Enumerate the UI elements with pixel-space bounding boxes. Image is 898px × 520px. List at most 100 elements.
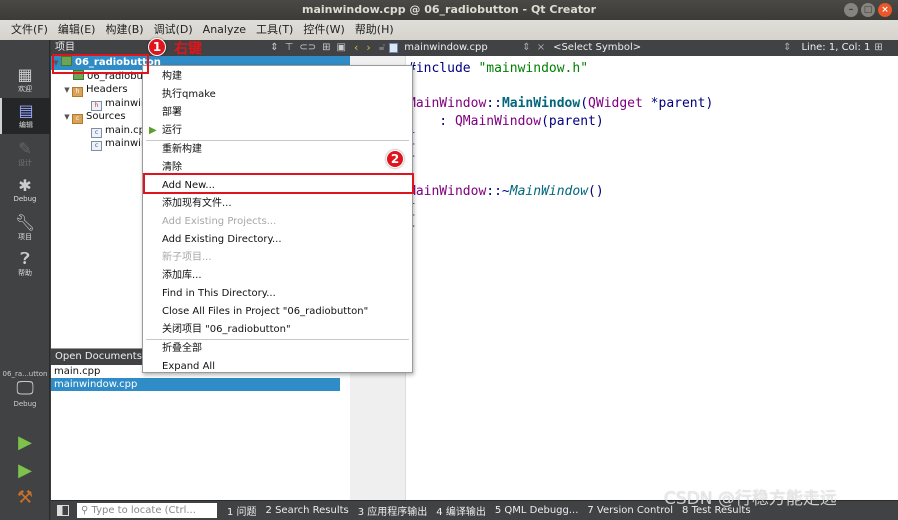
forward-icon[interactable]: ›	[366, 40, 370, 56]
build-button[interactable]: ⚒	[0, 487, 50, 508]
kit-config: Debug	[13, 400, 37, 408]
run-button[interactable]: ▶	[0, 432, 50, 453]
tab-compile-output[interactable]: 4 编译输出	[436, 503, 486, 518]
open-documents-title: Open Documents	[55, 351, 142, 362]
menu-item-add-library[interactable]: 添加库...	[143, 267, 412, 285]
mode-debug[interactable]: ✱ Debug	[0, 172, 50, 208]
mode-label: 设计	[18, 159, 32, 167]
split-editor-icon[interactable]: ⊞	[874, 40, 882, 56]
menu-debug[interactable]: 调试(D)	[149, 20, 198, 40]
mode-label: Debug	[13, 195, 37, 203]
debug-run-button[interactable]: ▶	[0, 460, 50, 481]
code-line: }	[408, 148, 713, 166]
mode-projects[interactable]: 🔧︎ 项目	[0, 210, 50, 246]
tab-qml-debugger[interactable]: 5 QML Debugg...	[495, 505, 579, 516]
mode-label: 欢迎	[18, 85, 32, 93]
cpp-file-icon	[389, 43, 399, 53]
wrench-icon: 🔧︎	[14, 213, 36, 232]
edit-icon: ▤	[18, 101, 34, 120]
code-line: }	[408, 218, 713, 236]
tab-issues[interactable]: 1 问题	[227, 503, 257, 518]
minimize-button[interactable]: –	[844, 3, 858, 17]
menu-item-collapse-all[interactable]: 折叠全部	[143, 340, 412, 358]
debug-play-icon: ▶	[18, 460, 32, 481]
close-document-icon[interactable]: ×	[537, 40, 545, 56]
menu-file[interactable]: 文件(F)	[6, 20, 53, 40]
menu-item-label: 运行	[162, 125, 182, 136]
menu-build[interactable]: 构建(B)	[100, 20, 148, 40]
menu-item-close-project[interactable]: 关闭项目 "06_radiobutton"	[143, 321, 412, 339]
menu-widgets[interactable]: 控件(W)	[298, 20, 349, 40]
search-icon: ⚲	[81, 505, 92, 516]
tab-version-control[interactable]: 7 Version Control	[587, 505, 673, 516]
tab-application-output[interactable]: 3 应用程序输出	[358, 503, 428, 518]
menu-tools[interactable]: 工具(T)	[251, 20, 298, 40]
editor-file-combo[interactable]: mainwindow.cpp	[404, 40, 522, 56]
expand-arrow-icon[interactable]: ▼	[62, 111, 72, 125]
menu-analyze[interactable]: Analyze	[198, 20, 251, 40]
code-line: #include "mainwindow.h"	[408, 61, 589, 76]
menu-item-run-qmake[interactable]: 执行qmake	[143, 86, 412, 104]
code-line: : QMainWindow(parent)	[408, 113, 604, 129]
cpp-file-icon: c	[91, 141, 102, 151]
tree-item-label: Headers	[86, 84, 128, 95]
window-title: mainwindow.cpp @ 06_radiobutton - Qt Cre…	[302, 3, 596, 16]
combo-arrow-icon: ⇕	[522, 42, 531, 53]
window-controls: – □ ×	[844, 3, 892, 17]
split-icon[interactable]: ⊞	[322, 40, 330, 56]
annotation-badge-step1: 1	[148, 38, 166, 56]
menu-item-expand-all[interactable]: Expand All	[143, 358, 412, 376]
menu-help[interactable]: 帮助(H)	[350, 20, 399, 40]
symbol-combo[interactable]: <Select Symbol>	[553, 40, 783, 56]
menu-item-add-existing-projects: Add Existing Projects...	[162, 216, 277, 227]
mode-design[interactable]: ✎ 设计	[0, 136, 50, 172]
locator-placeholder: Type to locate (Ctrl...	[91, 505, 196, 516]
watermark: CSDN @行稳方能走远	[664, 489, 837, 509]
cpp-file-icon: c	[91, 127, 102, 138]
code-content[interactable]: #include "mainwindow.h" MainWindow::Main…	[408, 60, 713, 236]
tab-search-results[interactable]: 2 Search Results	[266, 505, 349, 516]
kit-selector[interactable]: 06_ra...utton 🖵︎ Debug	[0, 370, 50, 408]
menu-item-deploy[interactable]: 部署	[143, 104, 412, 122]
mode-help[interactable]: ❓︎ 帮助	[0, 246, 50, 282]
close-pane-icon[interactable]: ▣	[337, 40, 346, 56]
menu-item-add-existing-directory[interactable]: Add Existing Directory...	[143, 231, 412, 249]
menu-item-close-all-files[interactable]: Close All Files in Project "06_radiobutt…	[143, 303, 412, 321]
mode-label: 帮助	[18, 269, 32, 277]
filter-icon[interactable]: ⊤	[285, 40, 294, 56]
view-select-icon[interactable]: ⇕	[270, 40, 278, 56]
mode-welcome[interactable]: ▦ 欢迎	[0, 62, 50, 98]
combo-arrow-icon: ⇕	[783, 42, 792, 53]
back-icon[interactable]: ‹	[354, 40, 358, 56]
lock-icon[interactable]: 🔓︎	[379, 40, 385, 56]
expand-arrow-icon[interactable]: ▼	[62, 84, 72, 98]
menu-item-run[interactable]: ▶ 运行	[143, 122, 412, 140]
bug-icon: ✱	[18, 176, 32, 195]
menu-item-new-subproject: 新子项目...	[162, 252, 212, 263]
menu-item-rebuild[interactable]: 重新构建	[143, 141, 412, 159]
maximize-button[interactable]: □	[861, 3, 875, 17]
code-line: {	[408, 130, 713, 148]
tree-item-label: Sources	[86, 111, 126, 122]
cursor-position[interactable]: Line: 1, Col: 1	[801, 40, 870, 56]
close-button[interactable]: ×	[878, 3, 892, 17]
document-item[interactable]: mainwindow.cpp	[51, 378, 340, 391]
code-editor[interactable]: #include "mainwindow.h" MainWindow::Main…	[350, 56, 898, 500]
kit-project-name: 06_ra...utton	[2, 370, 48, 378]
menu-item-find-in-directory[interactable]: Find in This Directory...	[143, 285, 412, 303]
folder-icon: h	[72, 87, 83, 97]
menu-bar: 文件(F) 编辑(E) 构建(B) 调试(D) Analyze 工具(T) 控件…	[0, 20, 898, 40]
link-icon[interactable]: ⊂⊃	[299, 40, 316, 56]
code-line: MainWindow::~MainWindow()	[408, 184, 604, 200]
code-line: MainWindow::MainWindow(QWidget *parent)	[408, 96, 714, 112]
annotation-badge-step2: 2	[386, 150, 404, 168]
annotation-highlight-add-new	[143, 173, 414, 194]
hammer-icon: ⚒	[16, 487, 34, 508]
menu-item-add-existing-files[interactable]: 添加现有文件...	[143, 195, 412, 213]
mode-edit[interactable]: ▤ 编辑	[0, 98, 50, 134]
toggle-sidebar-button[interactable]	[57, 505, 69, 516]
locator-input[interactable]: ⚲ Type to locate (Ctrl...	[77, 503, 217, 518]
menu-item-build[interactable]: 构建	[143, 68, 412, 86]
menu-edit[interactable]: 编辑(E)	[53, 20, 101, 40]
